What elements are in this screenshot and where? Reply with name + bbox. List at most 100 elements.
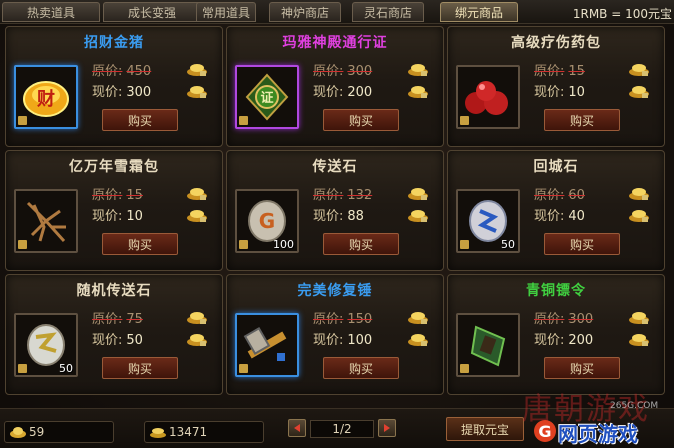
item-icon-slot[interactable]: [456, 65, 520, 129]
gold-ingot-icon[interactable]: [186, 309, 208, 325]
lock-icon: [460, 364, 469, 373]
arrow-right-icon: [384, 424, 390, 432]
item-name: 青铜镖令: [526, 283, 586, 299]
gold-ingot-icon[interactable]: [407, 309, 429, 325]
watermark-label: 网页游戏: [558, 422, 638, 446]
gold-ingot-icon: [10, 427, 26, 438]
bound-yuanbao-amount: 59: [29, 425, 45, 439]
original-price: 原价: 132: [313, 184, 372, 203]
current-price-label: 现价:: [92, 333, 123, 348]
root-herb-icon: [20, 195, 72, 247]
item-name: 玛雅神殿通行证: [282, 35, 388, 51]
gold-ingot-icon[interactable]: [628, 331, 650, 347]
original-price: 原价: 60: [534, 184, 585, 203]
buy-button[interactable]: 购买: [544, 233, 620, 255]
current-price-value: 200: [347, 85, 373, 100]
original-price-label: 原价:: [92, 64, 123, 79]
svg-text:财: 财: [37, 88, 55, 110]
item-card: 传送石 G 100 原价: 132 现价: 88 购买: [226, 150, 444, 271]
buy-button[interactable]: 购买: [544, 109, 620, 131]
gold-ingot-icon[interactable]: [407, 61, 429, 77]
gold-ingot-icon[interactable]: [186, 185, 208, 201]
item-name: 传送石: [312, 159, 358, 175]
current-price-label: 现价:: [313, 85, 344, 100]
buy-button[interactable]: 购买: [102, 357, 178, 379]
original-price-value: 300: [347, 64, 373, 79]
item-icon-slot[interactable]: 证: [235, 65, 299, 129]
original-price-value: 150: [347, 312, 373, 327]
item-icon-slot[interactable]: 50: [456, 189, 520, 253]
current-price: 现价: 10: [92, 205, 143, 224]
item-icon-slot[interactable]: [14, 189, 78, 253]
current-price-value: 10: [126, 209, 143, 224]
lock-icon: [239, 240, 248, 249]
item-icon-slot[interactable]: G 100: [235, 189, 299, 253]
next-page-button[interactable]: [378, 419, 396, 437]
original-price-value: 15: [126, 188, 143, 203]
watermark-g-icon: G: [534, 420, 556, 442]
item-icon-slot[interactable]: [235, 313, 299, 377]
original-price-label: 原价:: [313, 312, 344, 327]
gold-ingot-icon[interactable]: [628, 185, 650, 201]
gold-ingot-icon[interactable]: [186, 83, 208, 99]
gold-pig-icon: 财: [20, 71, 72, 123]
tab-growth[interactable]: 成长变强: [103, 2, 201, 22]
item-quantity: 100: [273, 238, 294, 251]
yuanbao-display: 13471: [144, 421, 264, 443]
item-name: 亿万年雪霜包: [69, 159, 159, 175]
current-price-label: 现价:: [313, 209, 344, 224]
lock-icon: [18, 364, 27, 373]
item-icon-slot[interactable]: 财: [14, 65, 78, 129]
current-price-label: 现价:: [92, 209, 123, 224]
gold-ingot-icon[interactable]: [407, 83, 429, 99]
prev-page-button[interactable]: [288, 419, 306, 437]
tab-common-items[interactable]: 常用道具: [196, 2, 256, 22]
tab-hot-items[interactable]: 热卖道具: [2, 2, 100, 22]
buy-button[interactable]: 购买: [323, 109, 399, 131]
item-card: 回城石 50 原价: 60 现价: 40 购买: [447, 150, 665, 271]
gold-ingot-icon[interactable]: [186, 61, 208, 77]
current-price-value: 300: [126, 85, 152, 100]
gold-ingot-stack-icon: [150, 428, 166, 438]
gold-ingot-icon[interactable]: [407, 207, 429, 223]
current-price-label: 现价:: [534, 209, 565, 224]
item-icon-slot[interactable]: 50: [14, 313, 78, 377]
buy-button[interactable]: 购买: [323, 233, 399, 255]
original-price: 原价: 15: [534, 60, 585, 79]
gold-ingot-icon[interactable]: [186, 331, 208, 347]
gold-ingot-icon[interactable]: [186, 207, 208, 223]
gold-ingot-icon[interactable]: [628, 83, 650, 99]
tab-spirit-shop[interactable]: 灵石商店: [352, 2, 424, 22]
withdraw-yuanbao-button[interactable]: 提取元宝: [446, 417, 524, 441]
item-card: 高级疗伤药包 原价: 15 现价: 10 购买: [447, 26, 665, 147]
original-price-label: 原价:: [534, 64, 565, 79]
current-price-value: 200: [568, 333, 594, 348]
lock-icon: [460, 116, 469, 125]
item-name: 招财金猪: [84, 35, 144, 51]
buy-button[interactable]: 购买: [323, 357, 399, 379]
current-price-value: 40: [568, 209, 585, 224]
item-card: 完美修复锤 原价: 150 现价: 100 购买: [226, 274, 444, 395]
buy-button[interactable]: 购买: [102, 109, 178, 131]
original-price-label: 原价:: [92, 312, 123, 327]
current-price: 现价: 200: [534, 329, 593, 348]
gold-ingot-icon[interactable]: [628, 61, 650, 77]
gold-ingot-icon[interactable]: [407, 331, 429, 347]
gold-ingot-icon[interactable]: [628, 207, 650, 223]
buy-button[interactable]: 购买: [544, 357, 620, 379]
gold-ingot-icon[interactable]: [407, 185, 429, 201]
item-name: 完美修复锤: [297, 283, 373, 299]
tab-bound-goods[interactable]: 绑元商品: [440, 2, 518, 22]
svg-text:G: G: [259, 209, 275, 233]
gold-ingot-icon[interactable]: [628, 309, 650, 325]
tab-furnace-shop[interactable]: 神炉商店: [269, 2, 341, 22]
lock-icon: [460, 240, 469, 249]
original-price: 原价: 300: [534, 308, 593, 327]
page-indicator: 1/2: [310, 420, 374, 438]
buy-button[interactable]: 购买: [102, 233, 178, 255]
bronze-token-icon: [462, 319, 514, 371]
original-price: 原价: 450: [92, 60, 151, 79]
item-icon-slot[interactable]: [456, 313, 520, 377]
original-price-value: 132: [347, 188, 373, 203]
current-price-label: 现价:: [534, 333, 565, 348]
